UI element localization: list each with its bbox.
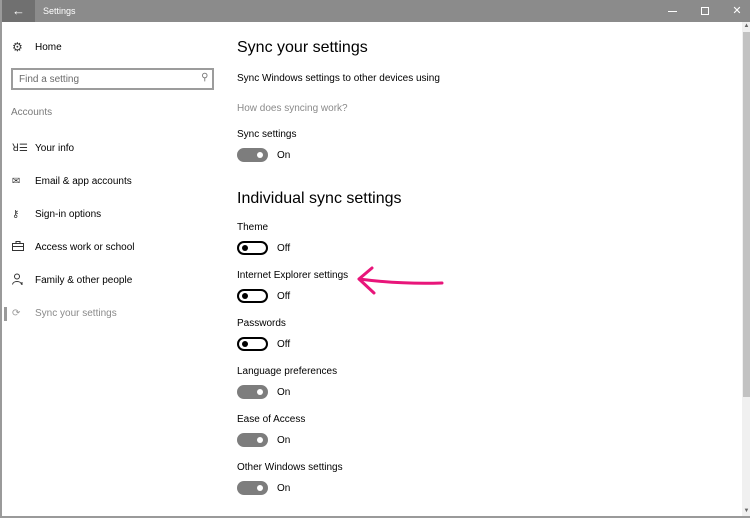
theme-toggle[interactable] [237,241,268,255]
section-label-accounts: Accounts [11,107,53,118]
scroll-down-arrow-icon[interactable]: ▼ [742,507,750,516]
sidebar-item-your-info[interactable]: ꓤ☰ Your info [4,132,222,165]
sidebar: ⚙ Home ⚲ Accounts ꓤ☰ Your info ✉ Email &… [4,22,222,516]
minimize-button[interactable] [655,0,689,22]
sidebar-item-label: Sign-in options [35,209,102,220]
toggle-state: Off [277,290,291,302]
sidebar-home[interactable]: ⚙ Home [12,39,62,55]
main-content: Sync your settings Sync Windows settings… [237,22,707,516]
setting-label: Sync settings [237,129,297,140]
back-arrow-icon: ← [12,3,25,18]
setting-sync-settings: Sync settings On [237,128,296,162]
key-icon: ⚷ [12,209,20,220]
back-button[interactable]: ← [2,0,35,22]
sync-icon: ⟳ [12,308,21,319]
language-preferences-toggle[interactable] [237,385,268,399]
setting-label: Language preferences [237,366,338,377]
sidebar-nav: ꓤ☰ Your info ✉ Email & app accounts ⚷ Si… [4,132,222,330]
other-windows-settings-toggle[interactable] [237,481,268,495]
minimize-icon [667,10,677,12]
setting-internet-explorer: Internet Explorer settings Off [237,269,348,303]
maximize-icon [701,7,709,16]
maximize-button[interactable] [688,0,722,22]
sidebar-item-label: Your info [35,143,75,154]
toggle-knob [242,245,248,251]
person-add-icon [12,273,34,288]
sidebar-item-email-app-accounts[interactable]: ✉ Email & app accounts [4,165,222,198]
page-title: Sync your settings [237,39,368,56]
sidebar-item-label: Family & other people [35,275,133,286]
setting-other-windows: Other Windows settings On [237,461,343,495]
toggle-knob [257,437,263,443]
sidebar-item-label: Email & app accounts [35,176,132,187]
scroll-up-arrow-icon[interactable]: ▲ [742,22,750,31]
sync-settings-toggle[interactable] [237,148,268,162]
toggle-state: On [277,149,291,161]
setting-label: Ease of Access [237,414,306,425]
window-title: Settings [43,6,76,16]
close-icon: ✕ [732,5,742,17]
setting-passwords: Passwords Off [237,317,290,351]
how-syncing-works-link[interactable]: How does syncing work? [237,103,348,114]
search-input[interactable] [19,72,189,86]
contact-card-icon: ꓤ☰ [12,143,28,154]
setting-ease-of-access: Ease of Access On [237,413,305,447]
page-description: Sync Windows settings to other devices u… [237,73,440,84]
internet-explorer-toggle[interactable] [237,289,268,303]
search-box[interactable]: ⚲ [11,68,214,90]
setting-label: Other Windows settings [237,462,343,473]
sidebar-item-family-other-people[interactable]: Family & other people [4,264,222,297]
briefcase-icon [12,241,34,254]
toggle-state: On [277,386,291,398]
home-label: Home [35,41,62,53]
ease-of-access-toggle[interactable] [237,433,268,447]
passwords-toggle[interactable] [237,337,268,351]
sidebar-item-access-work-school[interactable]: Access work or school [4,231,222,264]
toggle-knob [257,485,263,491]
settings-window: ← Settings ✕ ⚙ Home ⚲ Accounts ꓤ☰ Your i… [0,0,750,518]
setting-label: Passwords [237,318,286,329]
toggle-knob [242,293,248,299]
sidebar-item-sign-in-options[interactable]: ⚷ Sign-in options [4,198,222,231]
close-button[interactable]: ✕ [720,0,750,22]
toggle-state: On [277,482,291,494]
gear-icon: ⚙ [12,40,23,54]
mail-icon: ✉ [12,176,21,187]
section-title-individual: Individual sync settings [237,190,402,207]
toggle-state: Off [277,242,291,254]
search-icon[interactable]: ⚲ [201,72,208,83]
toggle-knob [257,152,263,158]
setting-label: Theme [237,222,269,233]
sidebar-item-sync-your-settings[interactable]: ⟳ Sync your settings [4,297,222,330]
selected-indicator [4,307,7,321]
title-bar: ← Settings ✕ [2,0,750,22]
vertical-scrollbar[interactable]: ▲ ▼ [742,22,750,516]
setting-label: Internet Explorer settings [237,270,349,281]
toggle-knob [242,341,248,347]
toggle-state: On [277,434,291,446]
setting-language-preferences: Language preferences On [237,365,337,399]
sidebar-item-label: Sync your settings [35,308,117,319]
setting-theme: Theme Off [237,221,290,255]
sidebar-item-label: Access work or school [35,242,135,253]
toggle-knob [257,389,263,395]
toggle-state: Off [277,338,291,350]
scroll-thumb[interactable] [743,32,750,397]
